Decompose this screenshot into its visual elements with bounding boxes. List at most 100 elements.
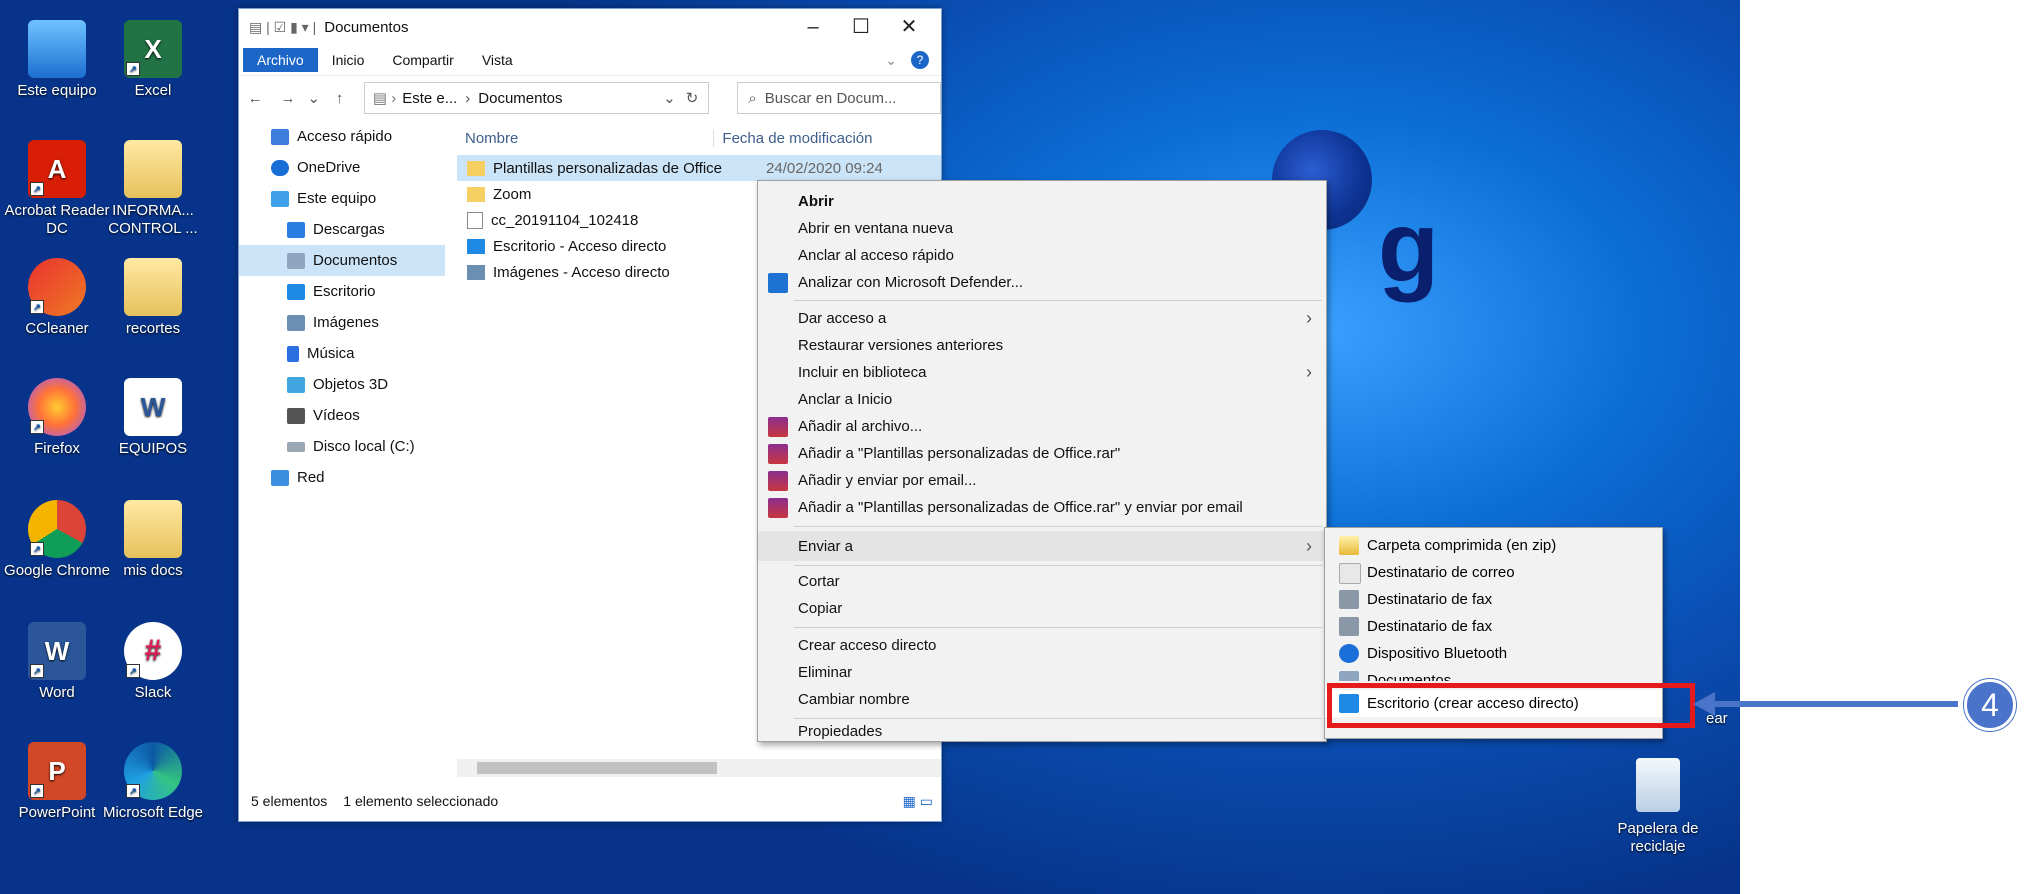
menu-item-copiar[interactable]: Copiar bbox=[758, 595, 1326, 622]
address-dropdown-icon[interactable]: ⌄ bbox=[663, 89, 676, 107]
sidebar-item-red[interactable]: Red bbox=[239, 462, 445, 493]
desktop-icon-ccleaner[interactable]: ↗ CCleaner bbox=[2, 258, 112, 338]
desktop-icon-recycle-bin[interactable]: Papelera de reciclaje bbox=[1598, 758, 1718, 856]
menu-item-dar-acceso[interactable]: Dar acceso a › bbox=[758, 305, 1326, 332]
sidebar-item-videos[interactable]: Vídeos bbox=[239, 400, 445, 431]
sidebar-item-imagenes[interactable]: Imágenes bbox=[239, 307, 445, 338]
tab-vista[interactable]: Vista bbox=[468, 52, 527, 68]
desktop-icon-firefox[interactable]: ↗ Firefox bbox=[2, 378, 112, 458]
sidebar-item-documentos[interactable]: Documentos bbox=[239, 245, 445, 276]
submenu-item-correo[interactable]: Destinatario de correo bbox=[1325, 559, 1662, 586]
up-arrow-icon[interactable]: ↑ bbox=[323, 90, 356, 107]
file-name: Imágenes - Acceso directo bbox=[493, 263, 670, 281]
sidebar-item-descargas[interactable]: Descargas bbox=[239, 214, 445, 245]
sidebar-item-musica[interactable]: Música bbox=[239, 338, 445, 369]
menu-item-anadir-rar[interactable]: Añadir a "Plantillas personalizadas de O… bbox=[758, 440, 1326, 467]
document-icon bbox=[287, 252, 305, 269]
menu-item-enviar-a[interactable]: Enviar a › bbox=[758, 531, 1326, 561]
menu-item-analizar-defender[interactable]: Analizar con Microsoft Defender... bbox=[758, 269, 1326, 296]
menu-item-cambiar-nombre[interactable]: Cambiar nombre bbox=[758, 686, 1326, 713]
expand-ribbon-icon[interactable]: ⌄ bbox=[871, 52, 911, 69]
recycle-bin-label: Papelera de reciclaje bbox=[1617, 820, 1699, 855]
desktop-icon-edge[interactable]: ↗ Microsoft Edge bbox=[98, 742, 208, 822]
tab-compartir[interactable]: Compartir bbox=[378, 52, 467, 68]
tab-inicio[interactable]: Inicio bbox=[318, 52, 379, 68]
sidebar-item-acceso-rapido[interactable]: Acceso rápido bbox=[239, 121, 445, 152]
submenu-item-fax[interactable]: Destinatario de fax bbox=[1325, 613, 1662, 640]
menu-item-restaurar-versiones[interactable]: Restaurar versiones anteriores bbox=[758, 332, 1326, 359]
submenu-item-zip[interactable]: Carpeta comprimida (en zip) bbox=[1325, 532, 1662, 559]
address-bar[interactable]: ▤ › Este e... › Documentos ⌄ ↻ bbox=[363, 82, 710, 114]
breadcrumb-documentos[interactable]: Documentos bbox=[478, 90, 562, 107]
column-header-name[interactable]: Nombre bbox=[457, 130, 713, 147]
acrobat-icon: A ↗ bbox=[28, 140, 86, 198]
desktop-icon-powerpoint[interactable]: P ↗ PowerPoint bbox=[2, 742, 112, 822]
desktop-icon-mis-docs[interactable]: mis docs bbox=[98, 500, 208, 580]
menu-item-anadir-archivo[interactable]: Añadir al archivo... bbox=[758, 413, 1326, 440]
desktop-icon-label: CCleaner bbox=[25, 320, 89, 337]
desktop-icon-informa[interactable]: INFORMA... CONTROL ... bbox=[98, 140, 208, 238]
sidebar-item-objetos-3d[interactable]: Objetos 3D bbox=[239, 369, 445, 400]
desktop-icon-slack[interactable]: # ↗ Slack bbox=[98, 622, 208, 702]
desktop-icon-acrobat[interactable]: A ↗ Acrobat Reader DC bbox=[2, 140, 112, 238]
desktop-icon-chrome[interactable]: ↗ Google Chrome bbox=[2, 500, 112, 580]
forward-arrow-icon[interactable]: → bbox=[272, 90, 305, 107]
desktop-icon-label: Google Chrome bbox=[4, 562, 110, 579]
computer-icon bbox=[28, 20, 86, 78]
minimize-button[interactable]: – bbox=[789, 9, 837, 45]
menu-item-anadir-rar-email[interactable]: Añadir a "Plantillas personalizadas de O… bbox=[758, 494, 1326, 521]
menu-item-eliminar[interactable]: Eliminar bbox=[758, 659, 1326, 686]
maximize-button[interactable]: ☐ bbox=[837, 9, 885, 45]
refresh-icon[interactable]: ↻ bbox=[686, 89, 699, 107]
sidebar-item-label: Acceso rápido bbox=[297, 128, 393, 145]
menu-item-crear-acceso-directo[interactable]: Crear acceso directo bbox=[758, 632, 1326, 659]
menu-separator bbox=[794, 526, 1322, 527]
desktop-icon-excel[interactable]: X ↗ Excel bbox=[98, 20, 208, 100]
desktop-icon-recortes[interactable]: recortes bbox=[98, 258, 208, 338]
menu-item-label: Cambiar nombre bbox=[798, 691, 910, 708]
sidebar-item-disco-local[interactable]: Disco local (C:) bbox=[239, 431, 445, 462]
submenu-item-documentos[interactable]: Documentos bbox=[1325, 667, 1662, 681]
ccleaner-icon: ↗ bbox=[28, 258, 86, 316]
horizontal-scrollbar[interactable] bbox=[457, 759, 941, 777]
window-title: Documentos bbox=[324, 18, 409, 36]
sidebar-item-este-equipo[interactable]: Este equipo bbox=[239, 183, 445, 214]
column-header-modified[interactable]: Fecha de modificación bbox=[713, 129, 941, 147]
quick-access-toolbar-icon[interactable]: ▤ | ☑ ▮ ▾ | bbox=[249, 19, 316, 36]
pictures-icon bbox=[287, 314, 305, 331]
powerpoint-icon: P ↗ bbox=[28, 742, 86, 800]
menu-item-abrir-ventana-nueva[interactable]: Abrir en ventana nueva bbox=[758, 215, 1326, 242]
menu-item-propiedades[interactable]: Propiedades bbox=[758, 721, 1326, 741]
tab-archivo[interactable]: Archivo bbox=[243, 48, 318, 72]
view-toggle-icons[interactable]: ▦ ▭ bbox=[903, 793, 933, 810]
submenu-item-fax[interactable]: Destinatario de fax bbox=[1325, 586, 1662, 613]
sidebar-item-onedrive[interactable]: OneDrive bbox=[239, 152, 445, 183]
desktop-icon-este-equipo[interactable]: Este equipo bbox=[2, 20, 112, 100]
file-row[interactable]: Plantillas personalizadas de Office 24/02… bbox=[457, 155, 941, 181]
sidebar-item-escritorio[interactable]: Escritorio bbox=[239, 276, 445, 307]
menu-item-cortar[interactable]: Cortar bbox=[758, 568, 1326, 595]
menu-item-abrir[interactable]: Abrir bbox=[758, 188, 1326, 215]
menu-item-label: Incluir en biblioteca bbox=[798, 364, 927, 381]
context-menu: Abrir Abrir en ventana nueva Anclar al a… bbox=[757, 180, 1327, 742]
help-icon[interactable]: ? bbox=[911, 51, 929, 69]
menu-item-anclar-acceso-rapido[interactable]: Anclar al acceso rápido bbox=[758, 242, 1326, 269]
title-bar[interactable]: ▤ | ☑ ▮ ▾ | Documentos – ☐ ✕ bbox=[239, 9, 941, 45]
breadcrumb-este-equipo[interactable]: Este e... bbox=[402, 90, 457, 107]
sidebar-item-label: Disco local (C:) bbox=[313, 438, 415, 455]
scrollbar-thumb[interactable] bbox=[477, 762, 717, 774]
back-arrow-icon[interactable]: ← bbox=[239, 90, 272, 107]
desktop-icon-word[interactable]: W ↗ Word bbox=[2, 622, 112, 702]
menu-item-label: Añadir a "Plantillas personalizadas de O… bbox=[798, 499, 1243, 516]
close-button[interactable]: ✕ bbox=[885, 9, 933, 45]
submenu-item-bluetooth[interactable]: Dispositivo Bluetooth bbox=[1325, 640, 1662, 667]
desktop-icon-equipos[interactable]: W EQUIPOS bbox=[98, 378, 208, 458]
menu-separator bbox=[794, 300, 1322, 301]
search-placeholder: Buscar en Docum... bbox=[764, 89, 897, 107]
menu-item-label: Abrir bbox=[798, 193, 834, 210]
menu-item-incluir-biblioteca[interactable]: Incluir en biblioteca › bbox=[758, 359, 1326, 386]
menu-item-anadir-enviar-email[interactable]: Añadir y enviar por email... bbox=[758, 467, 1326, 494]
menu-item-anclar-inicio[interactable]: Anclar a Inicio bbox=[758, 386, 1326, 413]
recent-locations-icon[interactable]: ⌄ bbox=[304, 89, 323, 107]
search-box[interactable]: ⌕ Buscar en Docum... bbox=[737, 82, 941, 114]
